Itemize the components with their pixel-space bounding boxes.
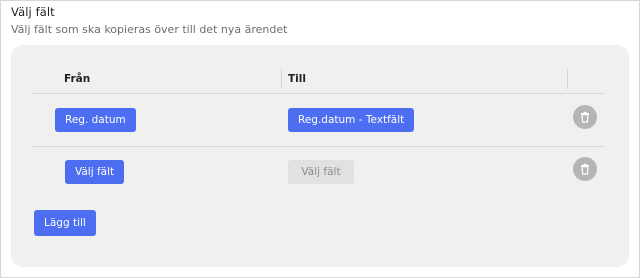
column-header-to: Till [288, 73, 306, 85]
column-divider [567, 69, 568, 89]
trash-icon [581, 163, 589, 175]
column-divider [281, 69, 282, 89]
from-field-select-button-row-1[interactable]: Reg. datum [55, 108, 136, 132]
row-divider [33, 146, 605, 147]
delete-row-button-row-1[interactable] [573, 105, 597, 129]
field-mapping-card: Välj fält Välj fält som ska kopieras öve… [0, 0, 640, 278]
section-subtitle: Välj fält som ska kopieras över till det… [11, 23, 288, 36]
trash-icon [581, 111, 589, 123]
delete-row-button-row-2[interactable] [573, 157, 597, 181]
to-field-select-button-row-2: Välj fält [288, 160, 354, 184]
to-field-select-button-row-1[interactable]: Reg.datum - Textfält [288, 108, 415, 132]
mapping-panel: Från Till Reg. datum Reg.datum - Textfäl… [11, 45, 629, 267]
from-field-select-button-row-2[interactable]: Välj fält [65, 160, 125, 184]
row-divider [33, 93, 605, 94]
section-title: Välj fält [11, 5, 55, 19]
add-row-button[interactable]: Lägg till [34, 210, 96, 236]
column-header-from: Från [64, 73, 91, 85]
